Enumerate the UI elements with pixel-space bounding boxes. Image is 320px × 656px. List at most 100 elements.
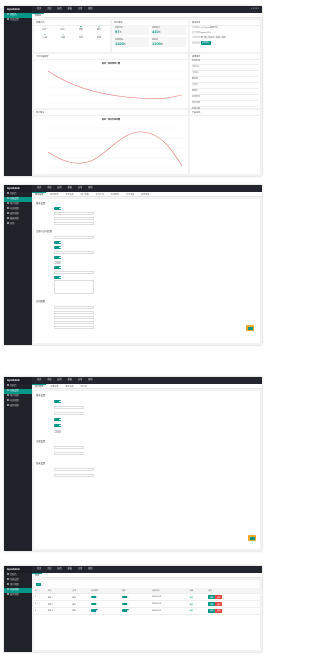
site-toggle[interactable] — [54, 207, 61, 210]
tab-upload[interactable]: 文件上传 — [93, 193, 107, 198]
topnav-help[interactable]: 帮助 — [88, 377, 92, 384]
invite-toggle[interactable] — [54, 261, 61, 264]
recommend-toggle[interactable] — [91, 609, 99, 613]
text-input[interactable] — [54, 446, 84, 450]
delete-button[interactable]: 删除 — [215, 595, 223, 600]
topnav-plugins[interactable]: 插件 — [57, 185, 61, 192]
topnav-plugins[interactable]: 插件 — [57, 566, 61, 573]
quick-item[interactable]: ⚿ 授权 — [90, 34, 108, 39]
captcha-toggle[interactable] — [54, 256, 61, 259]
save-button[interactable] — [248, 535, 256, 541]
sidebar-item-plugins[interactable]: 插件管理 — [4, 404, 32, 409]
topnav-apps[interactable]: 应用 — [78, 377, 82, 384]
tab-security[interactable]: 安全设置 — [62, 193, 76, 198]
stat-card[interactable]: 待审评论 97条 — [114, 25, 149, 35]
topnav-home[interactable]: 首页 — [37, 566, 41, 573]
text-input[interactable] — [54, 326, 94, 330]
quick-item[interactable]: ⌂ 主页一 — [36, 26, 54, 31]
toggle[interactable] — [54, 418, 61, 421]
topnav-apps[interactable]: 应用 — [78, 566, 82, 573]
register-toggle[interactable] — [54, 241, 61, 244]
quick-item[interactable]: ⚒ 工具 — [36, 34, 54, 39]
sidebar-item-plugins[interactable]: 插件管理 — [4, 593, 32, 598]
topnav-system[interactable]: 系统 — [47, 185, 51, 192]
quick-item[interactable]: ◍ 聊天 — [90, 26, 108, 31]
topnav-home[interactable]: 首页 — [37, 377, 41, 384]
get-license-button[interactable]: 获取授权 — [200, 41, 211, 45]
tab-groups[interactable]: 用户组 — [77, 385, 89, 390]
sort-toggle[interactable] — [122, 609, 130, 613]
sort-toggle[interactable] — [122, 602, 130, 606]
delete-button[interactable]: 删除 — [215, 602, 223, 606]
topnav-templates[interactable]: 模板 — [68, 185, 72, 192]
topnav-home[interactable]: 首页 — [37, 6, 41, 13]
stat-card[interactable]: 待审商品 1320件 — [114, 37, 149, 47]
tab-mail[interactable]: 邮件服务 — [47, 193, 61, 198]
textarea[interactable] — [54, 280, 94, 295]
text-input[interactable] — [54, 321, 94, 325]
quick-item[interactable]: ✎ 主页二 — [54, 26, 72, 31]
delete-button[interactable]: 删除 — [215, 608, 223, 613]
edit-button[interactable]: 编辑 — [208, 602, 215, 606]
text-input[interactable] — [54, 406, 84, 410]
text-input[interactable] — [54, 468, 94, 472]
welcome-toggle[interactable] — [54, 276, 61, 279]
topnav-templates[interactable]: 模板 — [68, 377, 72, 384]
tab-login[interactable]: 登录设置 — [62, 385, 76, 390]
quick-item[interactable]: ⚙ 设置 — [54, 34, 72, 39]
text-input[interactable] — [54, 306, 94, 310]
topnav-help[interactable]: 帮助 — [88, 566, 92, 573]
topnav-templates[interactable]: 模板 — [68, 6, 72, 13]
tab-console[interactable]: 控制台 — [32, 13, 45, 19]
text-input[interactable] — [54, 311, 94, 315]
topnav-system[interactable]: 系统 — [47, 377, 51, 384]
tab-list[interactable]: 列表 — [32, 573, 43, 579]
tab-other[interactable]: 其他设置 — [138, 193, 152, 198]
tab-site[interactable]: 网站设置 — [32, 192, 47, 198]
text-input[interactable] — [54, 452, 84, 456]
menu-icon[interactable]: ≡ — [258, 8, 259, 10]
email-verify-toggle[interactable] — [54, 246, 61, 249]
topnav-system[interactable]: 系统 — [47, 566, 51, 573]
text-input[interactable] — [54, 217, 94, 221]
sort-toggle[interactable] — [122, 595, 130, 599]
stat-card[interactable]: 待发货 1200单 — [151, 37, 186, 47]
topnav-plugins[interactable]: 插件 — [57, 377, 61, 384]
tab-users[interactable]: 用户管理 — [32, 384, 47, 390]
toggle[interactable] — [54, 430, 61, 433]
recommend-toggle[interactable] — [91, 602, 99, 606]
add-button[interactable]: ＋ — [36, 582, 41, 587]
toggle[interactable] — [54, 400, 61, 403]
topnav-apps[interactable]: 应用 — [78, 6, 82, 13]
tab-register[interactable]: 注册设置 — [47, 385, 61, 390]
text-input[interactable] — [54, 236, 94, 240]
topnav-help[interactable]: 帮助 — [88, 185, 92, 192]
topnav-plugins[interactable]: 插件 — [57, 6, 61, 13]
sidebar-item-system[interactable]: 系统设置 — [4, 18, 32, 23]
tab-pay[interactable]: 支付设置 — [123, 193, 137, 198]
topnav-home[interactable]: 首页 — [37, 185, 41, 192]
text-input[interactable] — [54, 271, 94, 275]
text-input[interactable] — [54, 222, 94, 226]
text-input[interactable] — [54, 412, 84, 416]
quick-item[interactable]: ▣ 弹层 — [72, 26, 90, 31]
audit-toggle[interactable] — [54, 266, 61, 269]
tab-sms[interactable]: 短信服务 — [108, 193, 122, 198]
quick-item[interactable]: ♪ 消息 — [72, 34, 90, 39]
topnav-templates[interactable]: 模板 — [68, 566, 72, 573]
text-input[interactable] — [54, 212, 94, 216]
stat-card[interactable]: 待审帖子 440条 — [151, 25, 186, 35]
text-input[interactable] — [54, 316, 94, 320]
tab-user[interactable]: 用户设置 — [77, 193, 91, 198]
edit-button[interactable]: 编辑 — [208, 608, 215, 613]
save-button[interactable] — [246, 325, 254, 331]
text-input[interactable] — [54, 251, 94, 255]
text-input[interactable] — [54, 474, 94, 478]
recommend-toggle[interactable] — [91, 595, 99, 599]
edit-button[interactable]: 编辑 — [208, 595, 215, 600]
topnav-apps[interactable]: 应用 — [78, 185, 82, 192]
toggle[interactable] — [54, 424, 61, 427]
sidebar-item-other[interactable]: 其他 — [4, 222, 32, 227]
topnav-system[interactable]: 系统 — [47, 6, 51, 13]
topnav-help[interactable]: 帮助 — [88, 6, 92, 13]
